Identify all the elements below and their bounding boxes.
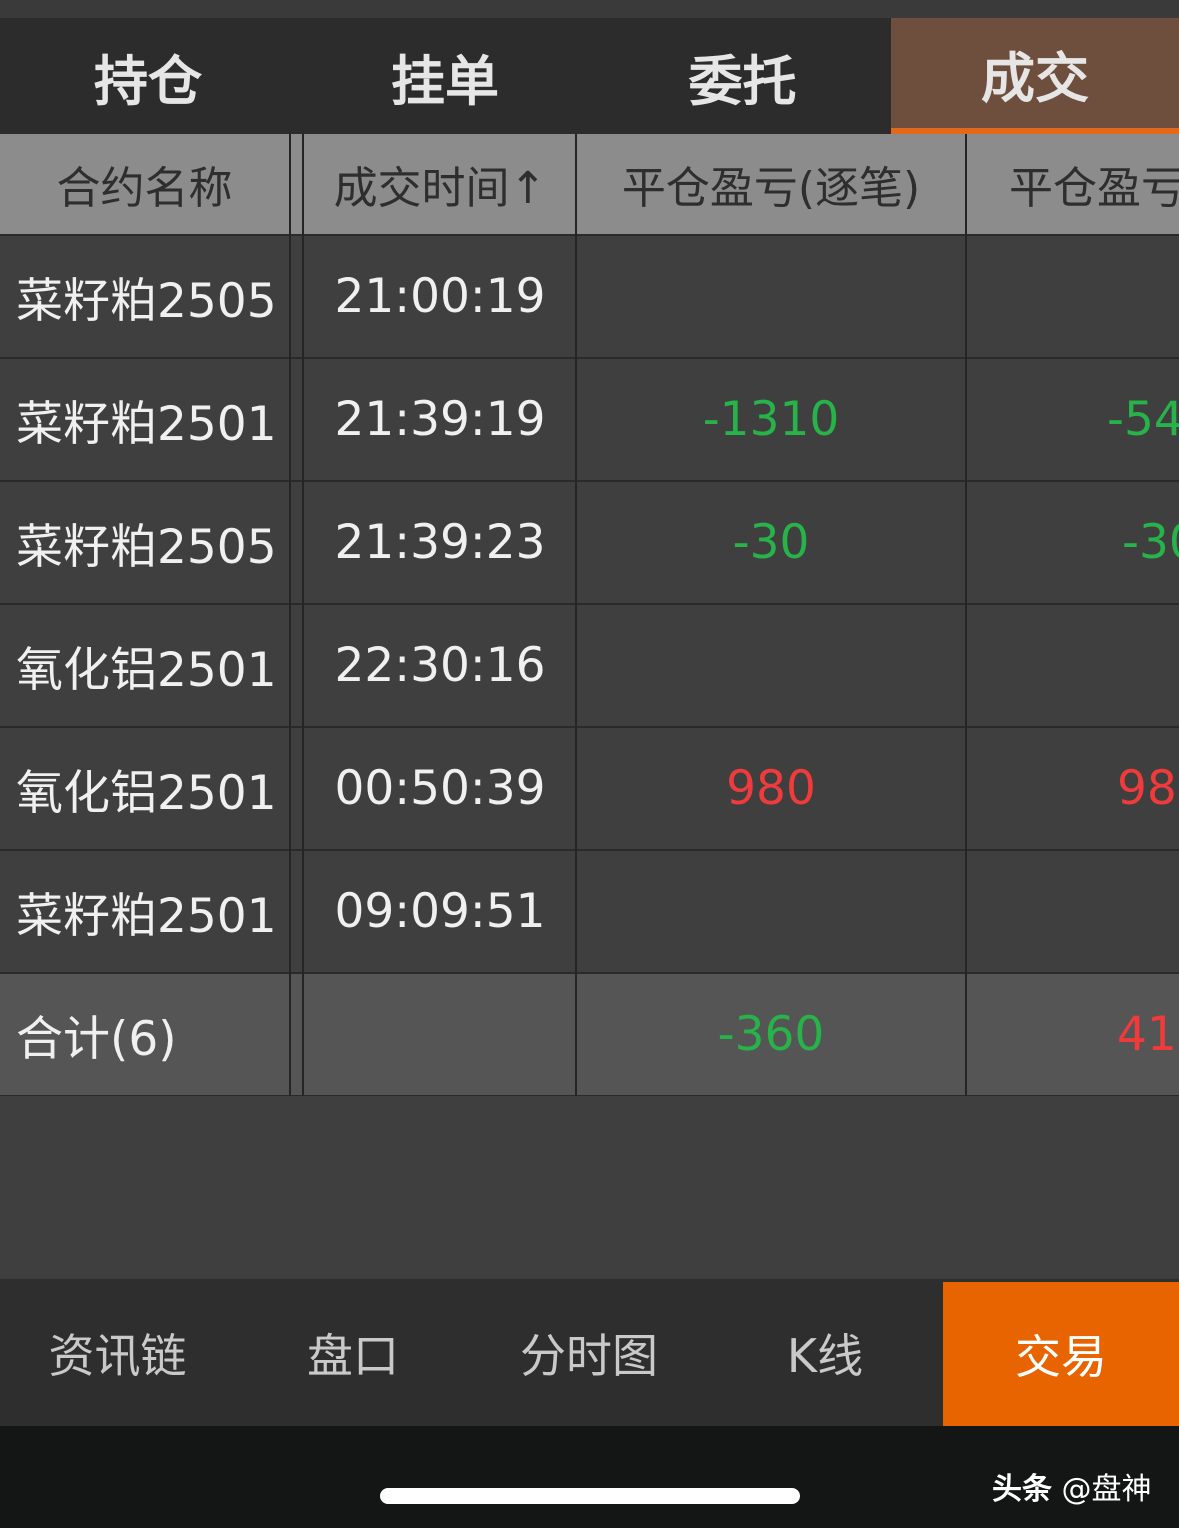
close-pnl-per-trade [577, 851, 965, 972]
tab-pending-orders[interactable]: 挂单 [296, 18, 594, 134]
close-pnl-value: 98 [1117, 761, 1177, 816]
close-pnl-value: -54 [1107, 392, 1179, 447]
column-divider [302, 134, 304, 1096]
close-pnl: -30 [967, 482, 1179, 603]
table-empty-area [0, 1096, 1179, 1279]
column-divider [289, 134, 291, 1096]
watermark-brand: 头条 [992, 1472, 1052, 1507]
total-row: 合计(6) -360 41 [0, 974, 1179, 1096]
table-header: 合约名称 成交时间↑ 平仓盈亏(逐笔) 平仓盈亏 [0, 134, 1179, 236]
contract-name: 菜籽粕2501 [16, 889, 277, 944]
tab-positions[interactable]: 持仓 [0, 18, 296, 134]
watermark-handle: @盘神 [1061, 1472, 1152, 1507]
nav-intraday-chart[interactable]: 分时图 [471, 1279, 707, 1426]
tab-bar: 持仓 挂单 委托 成交 [0, 18, 1179, 134]
close-pnl: 98 [967, 728, 1179, 849]
close-pnl-per-trade [577, 236, 965, 357]
contract-name: 菜籽粕2505 [16, 274, 277, 329]
table-row[interactable]: 菜籽粕2501 09:09:51 [0, 851, 1179, 974]
contract-name: 氧化铝2501 [16, 766, 277, 821]
column-divider [965, 134, 967, 1096]
contract-name: 菜籽粕2505 [16, 520, 277, 575]
fill-time: 21:39:23 [334, 515, 546, 570]
header-contract-name[interactable]: 合约名称 [0, 134, 289, 234]
status-strip [0, 0, 1179, 18]
header-close-pnl-per-trade[interactable]: 平仓盈亏(逐笔) [577, 134, 965, 234]
contract-name: 菜籽粕2501 [16, 397, 277, 452]
fill-time: 09:09:51 [334, 884, 546, 939]
close-pnl [967, 236, 1179, 357]
home-indicator[interactable] [380, 1488, 800, 1504]
close-pnl [967, 605, 1179, 726]
nav-news-chain[interactable]: 资讯链 [0, 1279, 235, 1426]
fill-time: 21:39:19 [334, 392, 546, 447]
total-close-pnl: 41 [967, 974, 1179, 1095]
nav-trade[interactable]: 交易 [943, 1282, 1179, 1426]
column-divider [575, 134, 577, 1096]
home-bar: 头条 @盘神 [0, 1426, 1179, 1528]
total-close-pnl-per-trade: -360 [717, 1007, 825, 1062]
header-fill-time[interactable]: 成交时间↑ [304, 134, 576, 234]
fills-table: 合约名称 成交时间↑ 平仓盈亏(逐笔) 平仓盈亏 菜籽粕2505 21:00:1… [0, 134, 1179, 1096]
nav-order-book[interactable]: 盘口 [235, 1279, 471, 1426]
table-row[interactable]: 菜籽粕2505 21:39:23 -30 -30 [0, 482, 1179, 605]
close-pnl-per-trade: -1310 [702, 392, 840, 447]
close-pnl-value: -30 [1122, 515, 1179, 570]
close-pnl-per-trade [577, 605, 965, 726]
tab-fills[interactable]: 成交 [891, 18, 1179, 134]
header-close-pnl[interactable]: 平仓盈亏 [967, 134, 1179, 234]
table-row[interactable]: 菜籽粕2501 21:39:19 -1310 -54 [0, 359, 1179, 482]
trade-screen: 持仓 挂单 委托 成交 合约名称 成交时间↑ 平仓盈亏(逐笔) 平仓盈亏 菜籽粕… [0, 0, 1179, 1528]
table-row[interactable]: 菜籽粕2505 21:00:19 [0, 236, 1179, 359]
watermark: 头条 @盘神 [992, 1464, 1152, 1508]
fill-time: 22:30:16 [334, 638, 546, 693]
fill-time: 21:00:19 [334, 269, 546, 324]
tab-orders[interactable]: 委托 [594, 18, 891, 134]
close-pnl [967, 851, 1179, 972]
close-pnl-per-trade: 980 [726, 761, 816, 816]
contract-name: 氧化铝2501 [16, 643, 277, 698]
nav-kline[interactable]: K线 [707, 1279, 943, 1426]
table-row[interactable]: 氧化铝2501 22:30:16 [0, 605, 1179, 728]
close-pnl-per-trade: -30 [732, 515, 810, 570]
total-time [304, 974, 576, 1095]
table-row[interactable]: 氧化铝2501 00:50:39 980 98 [0, 728, 1179, 851]
fill-time: 00:50:39 [334, 761, 546, 816]
total-label: 合计(6) [16, 1012, 177, 1067]
close-pnl: -54 [967, 359, 1179, 480]
bottom-nav: 资讯链 盘口 分时图 K线 交易 [0, 1279, 1179, 1426]
total-close-pnl-value: 41 [1117, 1007, 1177, 1062]
header-close-pnl-label: 平仓盈亏 [1009, 163, 1179, 214]
